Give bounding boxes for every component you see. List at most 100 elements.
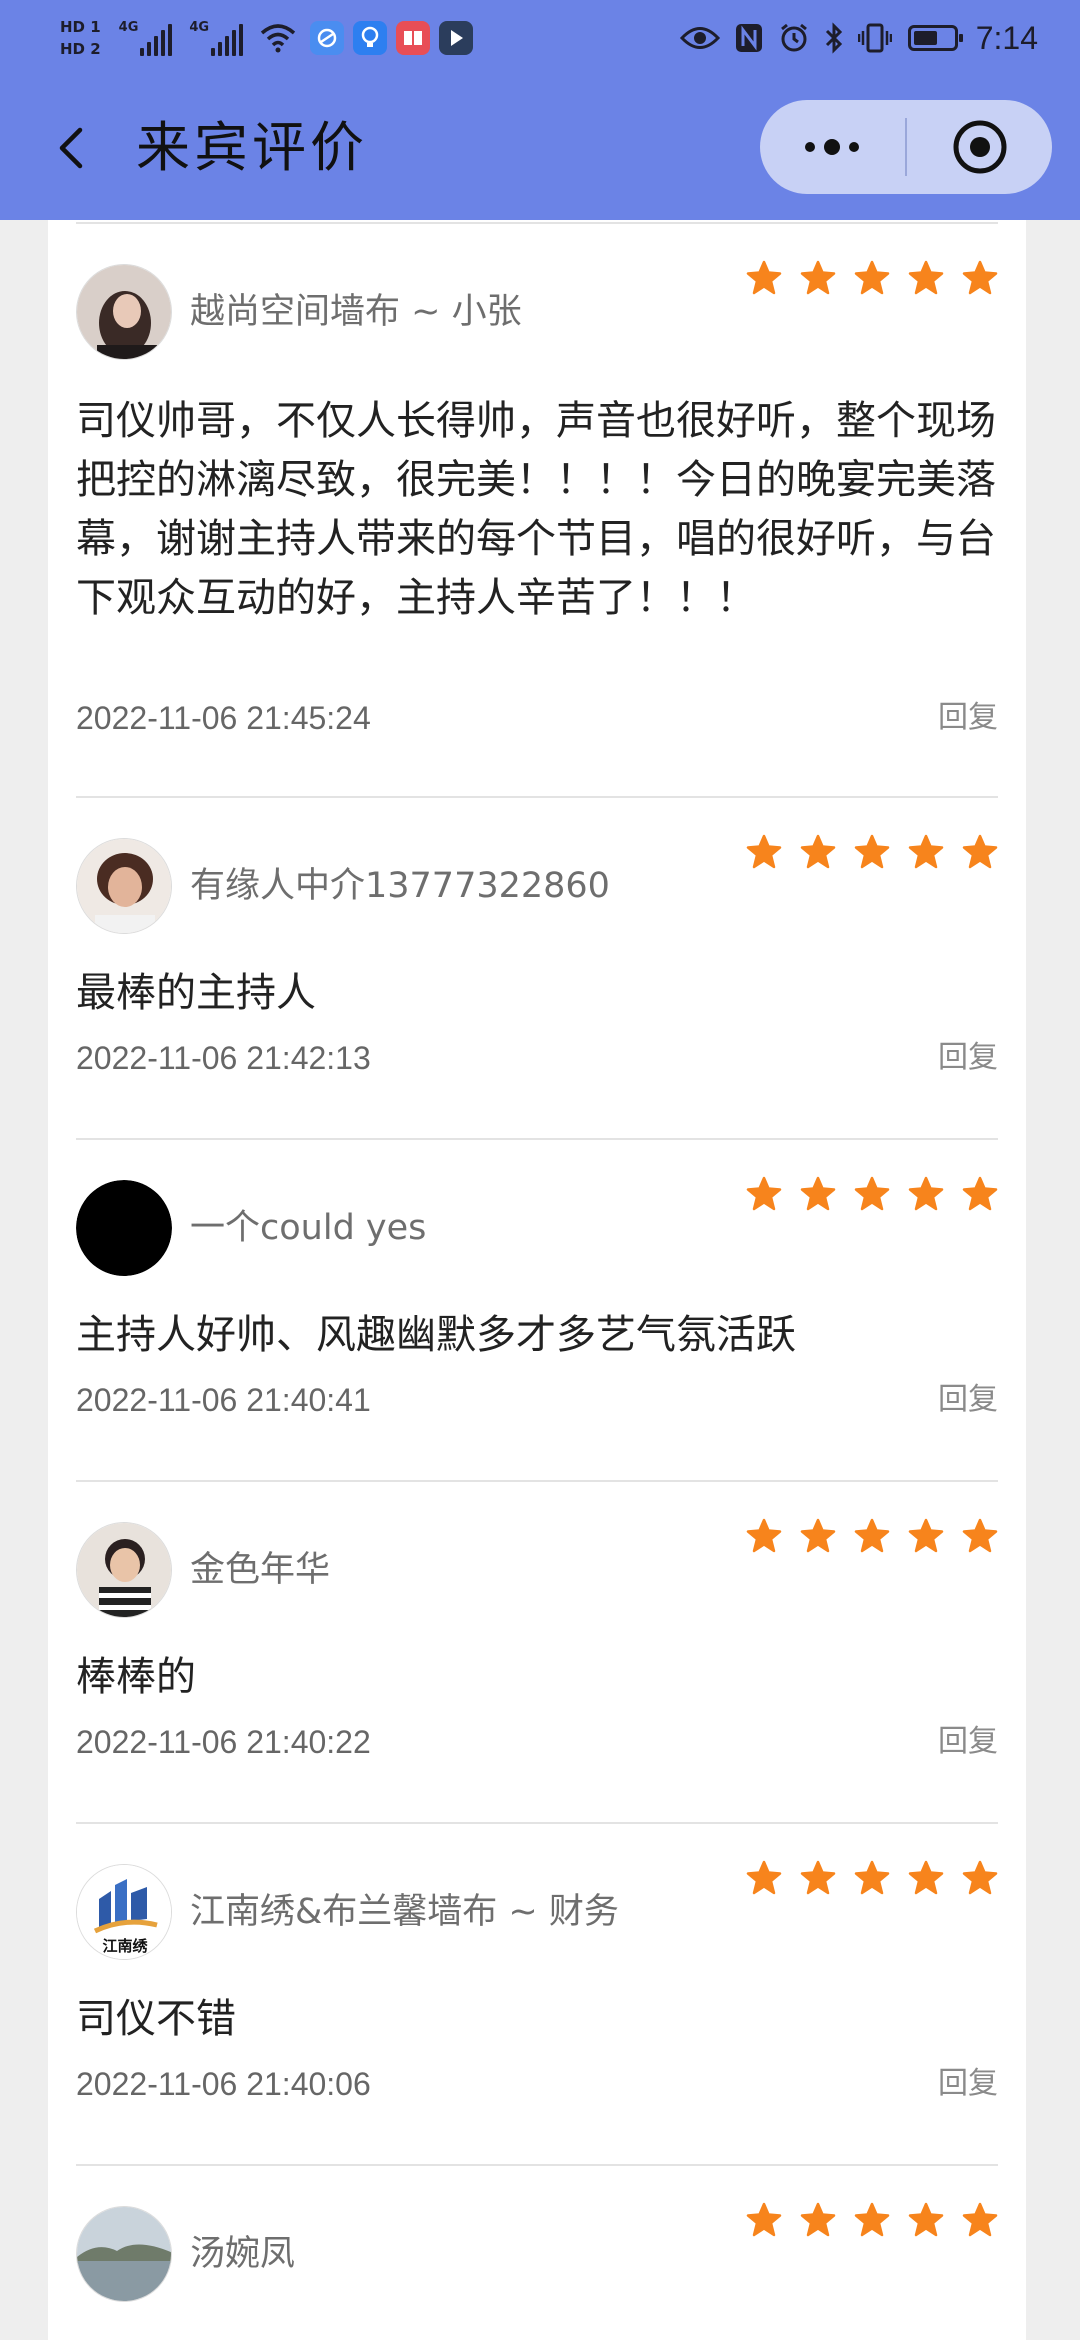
review-time: 2022-11-06 21:40:41 — [76, 1382, 371, 1418]
play-app-icon — [439, 21, 474, 55]
star-icon — [854, 1176, 890, 1211]
logo-avatar-text: 江南绣 — [102, 1937, 148, 1955]
avatar[interactable]: 江南绣 — [76, 1864, 172, 1960]
star-icon — [854, 1518, 890, 1553]
star-icon — [800, 1518, 836, 1553]
star-icon — [962, 834, 998, 869]
more-menu-button[interactable] — [760, 100, 904, 194]
star-rating — [728, 260, 998, 296]
sim1-label: HD 1 — [60, 18, 101, 36]
star-icon — [854, 260, 890, 295]
star-icon — [962, 2202, 998, 2237]
status-bar: HD 1 HD 2 4G 4G 7:14 — [0, 0, 1080, 76]
review-content: 棒棒的 — [76, 1654, 196, 1700]
review-content: 最棒的主持人 — [76, 970, 316, 1016]
close-mini-program-button[interactable] — [908, 100, 1052, 194]
review-item: 越尚空间墙布 ~ 小张 司仪帅哥，不仅人长得帅，声音也很好听，整个现场把控的淋漓… — [76, 224, 998, 798]
review-content: 司仪不错 — [76, 1996, 236, 2042]
battery-icon — [907, 25, 963, 51]
eye-icon — [679, 25, 720, 51]
woman-portrait-avatar-icon — [77, 839, 171, 933]
reply-button[interactable]: 回复 — [938, 2062, 998, 2106]
review-time: 2022-11-06 21:40:22 — [76, 1724, 371, 1760]
wifi-icon — [260, 24, 296, 53]
battery-level — [913, 31, 937, 45]
capsule-divider — [905, 118, 907, 176]
more-dots-icon — [805, 139, 859, 155]
child-photo-avatar-icon — [77, 1523, 171, 1617]
review-content: 司仪帅哥，不仅人长得帅，声音也很好听，整个现场把控的淋漓尽致，很完美！！！！今日… — [76, 398, 996, 621]
nav-bar: 来宾评价 — [0, 76, 1080, 220]
bulb-app-icon — [353, 21, 388, 55]
star-icon — [746, 1518, 782, 1553]
back-button[interactable] — [44, 120, 100, 176]
woman-photo-avatar-icon — [77, 265, 171, 359]
star-icon — [800, 1176, 836, 1211]
star-icon — [908, 1860, 944, 1895]
star-icon — [800, 834, 836, 869]
star-icon — [746, 1176, 782, 1211]
avatar[interactable] — [76, 2206, 172, 2302]
star-icon — [908, 260, 944, 295]
review-list-card: 越尚空间墙布 ~ 小张 司仪帅哥，不仅人长得帅，声音也很好听，整个现场把控的淋漓… — [48, 220, 1026, 2340]
star-icon — [800, 260, 836, 295]
reviewer-name: 有缘人中介13777322860 — [190, 866, 610, 906]
top-bar: HD 1 HD 2 4G 4G 7:14 来宾评价 — [0, 0, 1080, 220]
reply-button[interactable]: 回复 — [938, 1378, 998, 1422]
avatar[interactable] — [76, 1522, 172, 1618]
sim-indicator: HD 1 HD 2 — [60, 16, 101, 60]
page-title: 来宾评价 — [136, 116, 368, 179]
logo-avatar-icon: 江南绣 — [77, 1865, 171, 1959]
network-type-1: 4G — [118, 20, 139, 35]
star-icon — [746, 834, 782, 869]
review-item: 有缘人中介13777322860 最棒的主持人 2022-11-06 21:42… — [76, 798, 998, 1140]
review-time: 2022-11-06 21:42:13 — [76, 1040, 371, 1076]
sim2-label: HD 2 — [60, 40, 101, 58]
star-icon — [908, 1176, 944, 1211]
star-icon — [962, 1518, 998, 1553]
bluetooth-icon — [824, 22, 844, 54]
star-icon — [746, 260, 782, 295]
star-rating — [728, 1176, 998, 1212]
star-icon — [746, 2202, 782, 2237]
reply-button[interactable]: 回复 — [938, 696, 998, 740]
book-app-icon — [396, 21, 431, 55]
star-icon — [962, 260, 998, 295]
signal-1-icon: 4G — [119, 20, 176, 56]
review-item: 江南绣 江南绣&布兰馨墙布 ~ 财务 司仪不错 2022-11-06 21:40… — [76, 1824, 998, 2166]
star-icon — [962, 1860, 998, 1895]
star-icon — [746, 1860, 782, 1895]
star-icon — [908, 2202, 944, 2237]
avatar[interactable] — [76, 838, 172, 934]
reviewer-name: 一个could yes — [190, 1208, 427, 1248]
review-content: 主持人好帅、风趣幽默多才多艺气氛活跃 — [76, 1312, 796, 1358]
signal-2-icon: 4G — [189, 20, 246, 56]
status-time: 7:14 — [975, 19, 1038, 56]
star-icon — [962, 1176, 998, 1211]
status-right: 7:14 — [666, 8, 1038, 68]
target-circle-icon — [953, 120, 1007, 174]
alarm-icon — [778, 22, 810, 54]
star-rating — [728, 1860, 998, 1896]
reviewer-name: 江南绣&布兰馨墙布 ~ 财务 — [190, 1892, 619, 1932]
browser-app-icon — [310, 21, 345, 55]
review-item: 金色年华 棒棒的 2022-11-06 21:40:22 回复 — [76, 1482, 998, 1824]
reviewer-name: 汤婉凤 — [190, 2234, 296, 2274]
reviewer-name: 越尚空间墙布 ~ 小张 — [190, 292, 522, 332]
review-item: 一个could yes 主持人好帅、风趣幽默多才多艺气氛活跃 2022-11-0… — [76, 1140, 998, 1482]
reply-button[interactable]: 回复 — [938, 1720, 998, 1764]
review-time: 2022-11-06 21:45:24 — [76, 700, 371, 736]
avatar[interactable] — [76, 1180, 172, 1276]
avatar[interactable] — [76, 264, 172, 360]
star-icon — [908, 834, 944, 869]
star-icon — [854, 2202, 890, 2237]
star-rating — [728, 834, 998, 870]
reviewer-name: 金色年华 — [190, 1550, 331, 1590]
star-rating — [728, 2202, 998, 2238]
status-left: HD 1 HD 2 4G 4G — [60, 8, 482, 68]
star-icon — [800, 1860, 836, 1895]
network-type-2: 4G — [189, 20, 210, 35]
nfc-icon — [734, 22, 764, 54]
reply-button[interactable]: 回复 — [938, 1036, 998, 1080]
black-circle-avatar-icon — [76, 1180, 172, 1276]
